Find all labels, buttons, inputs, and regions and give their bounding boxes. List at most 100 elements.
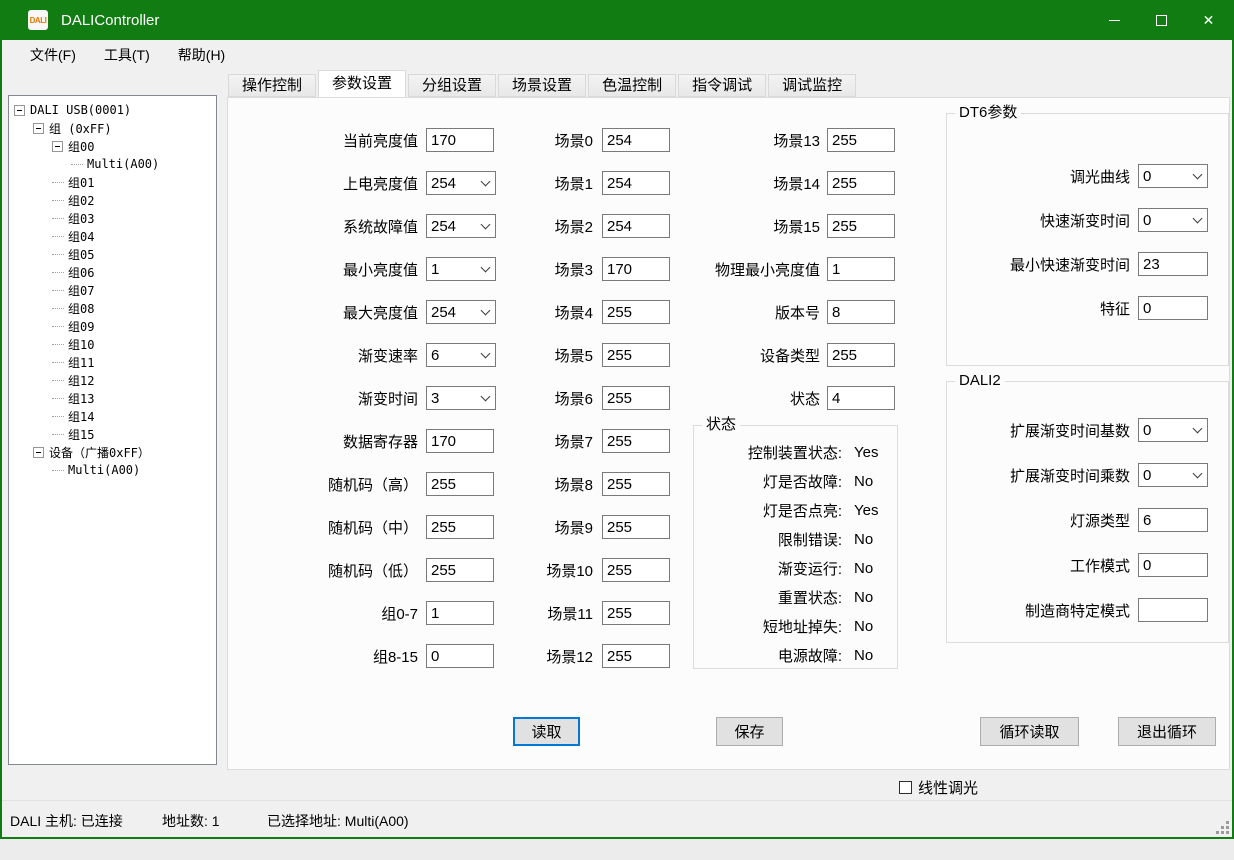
ext-fade-time-mult-combo[interactable]: 0	[1138, 463, 1208, 487]
combo-value: 0	[1143, 168, 1151, 185]
tab-parameter-settings[interactable]: 参数设置	[318, 70, 406, 97]
phys-min-level-input[interactable]	[827, 257, 895, 281]
version-number-input[interactable]	[827, 300, 895, 324]
current-level-input[interactable]	[426, 128, 494, 152]
scene13-input[interactable]	[827, 128, 895, 152]
tree-node-label: 设备（广播0xFF）	[49, 444, 150, 461]
chevron-down-icon	[481, 219, 491, 229]
tree-node-group09[interactable]: 组09	[9, 317, 216, 335]
random-code-mid-input[interactable]	[426, 515, 494, 539]
tree-node-device-broadcast[interactable]: 设备（广播0xFF）	[9, 443, 216, 461]
chevron-down-icon	[1193, 169, 1203, 179]
tree-node-group04[interactable]: 组04	[9, 227, 216, 245]
tree-node-group11[interactable]: 组11	[9, 353, 216, 371]
scene6-input[interactable]	[602, 386, 670, 410]
device-type-input[interactable]	[827, 343, 895, 367]
tree-node-group15[interactable]: 组15	[9, 425, 216, 443]
scene3-input[interactable]	[602, 257, 670, 281]
scene1-input[interactable]	[602, 171, 670, 195]
resize-grip-icon[interactable]	[1216, 821, 1230, 835]
light-source-type-input[interactable]	[1138, 508, 1208, 532]
field-label: 扩展渐变时间乘数	[1010, 465, 1130, 486]
group-8-15-input[interactable]	[426, 644, 494, 668]
field-label: 状态	[680, 388, 820, 409]
operating-mode-input[interactable]	[1138, 553, 1208, 577]
scene10-input[interactable]	[602, 558, 670, 582]
tree-connector	[52, 272, 64, 273]
scene15-input[interactable]	[827, 214, 895, 238]
tree-node-group06[interactable]: 组06	[9, 263, 216, 281]
menu-help[interactable]: 帮助(H)	[168, 45, 235, 65]
tree-node-group13[interactable]: 组13	[9, 389, 216, 407]
scene8-input[interactable]	[602, 472, 670, 496]
ext-fade-time-base-combo[interactable]: 0	[1138, 418, 1208, 442]
system-failure-level-combo[interactable]: 254	[426, 214, 496, 238]
scene2-input[interactable]	[602, 214, 670, 238]
random-code-high-input[interactable]	[426, 472, 494, 496]
tree-node-group08[interactable]: 组08	[9, 299, 216, 317]
fast-fade-time-combo[interactable]: 0	[1138, 208, 1208, 232]
tab-debug-monitor[interactable]: 调试监控	[768, 74, 856, 97]
tree-node-label: Multi(A00)	[87, 157, 159, 171]
scene0-input[interactable]	[602, 128, 670, 152]
manufacturer-mode-input[interactable]	[1138, 598, 1208, 622]
exit-loop-button[interactable]: 退出循环	[1118, 717, 1216, 746]
scene5-input[interactable]	[602, 343, 670, 367]
collapse-icon[interactable]	[33, 123, 44, 134]
power-on-level-combo[interactable]: 254	[426, 171, 496, 195]
tree-node-group00[interactable]: 组00	[9, 137, 216, 155]
field-label: 调光曲线	[1070, 166, 1130, 187]
random-code-low-input[interactable]	[426, 558, 494, 582]
tab-grouping-settings[interactable]: 分组设置	[408, 74, 496, 97]
scene7-input[interactable]	[602, 429, 670, 453]
linear-dimming-checkbox[interactable]: 线性调光	[899, 777, 978, 798]
combo-value: 254	[431, 218, 456, 235]
min-fast-fade-time-input[interactable]	[1138, 252, 1208, 276]
tree-node-group01[interactable]: 组01	[9, 173, 216, 191]
min-level-combo[interactable]: 1	[426, 257, 496, 281]
checkbox-unchecked-icon[interactable]	[899, 781, 912, 794]
dimming-curve-combo[interactable]: 0	[1138, 164, 1208, 188]
minimize-button[interactable]	[1091, 0, 1138, 40]
tab-scene-settings[interactable]: 场景设置	[498, 74, 586, 97]
scene12-input[interactable]	[602, 644, 670, 668]
close-button[interactable]: ✕	[1185, 0, 1232, 40]
tree-node-multi-a00-2[interactable]: Multi(A00)	[9, 461, 216, 479]
save-button[interactable]: 保存	[716, 717, 783, 746]
scene4-input[interactable]	[602, 300, 670, 324]
status-value-input[interactable]	[827, 386, 895, 410]
menu-tools[interactable]: 工具(T)	[94, 45, 160, 65]
menu-file[interactable]: 文件(F)	[20, 45, 86, 65]
max-level-combo[interactable]: 254	[426, 300, 496, 324]
tree-node-group02[interactable]: 组02	[9, 191, 216, 209]
scene14-input[interactable]	[827, 171, 895, 195]
tab-operation-control[interactable]: 操作控制	[228, 74, 316, 97]
tab-color-temp-control[interactable]: 色温控制	[588, 74, 676, 97]
tree-node-multi-a00[interactable]: Multi(A00)	[9, 155, 216, 173]
tree-node-group10[interactable]: 组10	[9, 335, 216, 353]
collapse-icon[interactable]	[52, 141, 63, 152]
tree-node-group-ff[interactable]: 组 (0xFF)	[9, 119, 216, 137]
param-column-3: 场景13 场景14 场景15 物理最小亮度值 版本号 设备类型 状态	[680, 128, 895, 429]
tree-node-group07[interactable]: 组07	[9, 281, 216, 299]
tree-node-group03[interactable]: 组03	[9, 209, 216, 227]
features-input[interactable]	[1138, 296, 1208, 320]
tree-node-group12[interactable]: 组12	[9, 371, 216, 389]
fade-rate-combo[interactable]: 6	[426, 343, 496, 367]
collapse-icon[interactable]	[14, 105, 25, 116]
group-0-7-input[interactable]	[426, 601, 494, 625]
fade-time-combo[interactable]: 3	[426, 386, 496, 410]
status-label: 短地址掉失:	[694, 616, 842, 637]
tab-command-debug[interactable]: 指令调试	[678, 74, 766, 97]
loop-read-button[interactable]: 循环读取	[980, 717, 1079, 746]
collapse-icon[interactable]	[33, 447, 44, 458]
scene11-input[interactable]	[602, 601, 670, 625]
maximize-button[interactable]	[1138, 0, 1185, 40]
tree-node-dali-usb[interactable]: DALI USB(0001)	[9, 101, 216, 119]
scene9-input[interactable]	[602, 515, 670, 539]
tree-node-group05[interactable]: 组05	[9, 245, 216, 263]
data-register-input[interactable]	[426, 429, 494, 453]
tree-node-group14[interactable]: 组14	[9, 407, 216, 425]
read-button[interactable]: 读取	[513, 717, 580, 746]
tree-node-label: 组00	[68, 138, 94, 155]
